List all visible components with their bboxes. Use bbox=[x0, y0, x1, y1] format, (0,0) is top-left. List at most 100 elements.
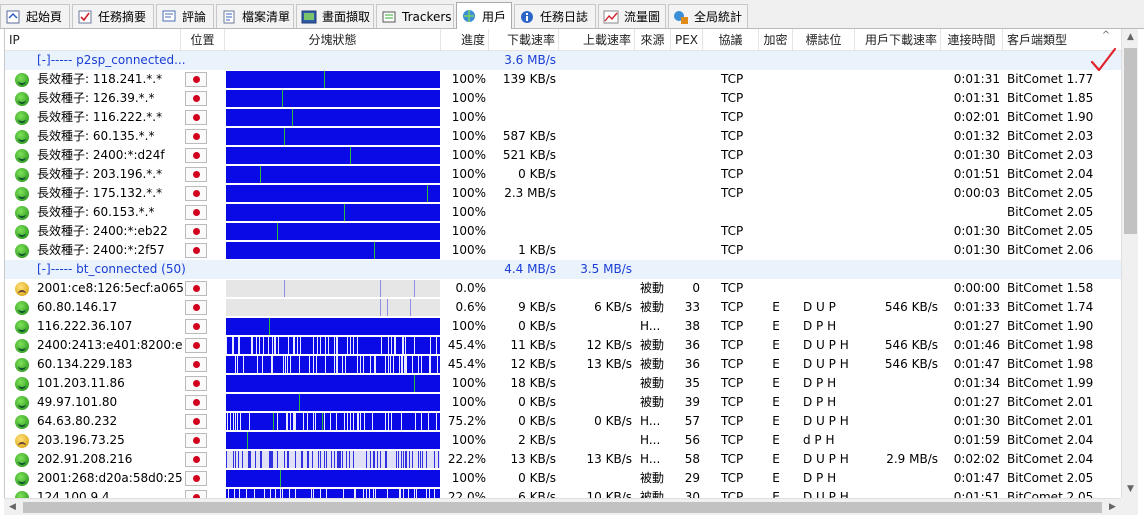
table-row[interactable]: 長效種子: 2400:*:d24f 100% 521 KB/s TCP 0:01:30 B… bbox=[5, 146, 1121, 165]
table-row[interactable]: 長效種子: 60.153.*.* 100% BitComet 2.05 bbox=[5, 203, 1121, 222]
block-status-bar bbox=[226, 166, 440, 183]
table-row[interactable]: 2001:268:d20a:58d0:25... 100% 0 KB/s 被動 29 TC… bbox=[5, 469, 1121, 488]
cell-proto: TCP bbox=[721, 414, 744, 428]
table-row[interactable]: 長效種子: 60.135.*.* 100% 587 KB/s TCP 0:01:32 Bi… bbox=[5, 127, 1121, 146]
cell-peer-down bbox=[855, 374, 941, 393]
block-status-bar bbox=[226, 147, 440, 164]
cell-enc: E bbox=[772, 490, 780, 498]
scroll-left-arrow-icon[interactable]: ◀ bbox=[4, 499, 21, 516]
block-status-bar bbox=[226, 356, 440, 373]
cell-ip: 長效種子: 2400:*:eb22 bbox=[37, 224, 168, 238]
scroll-up-arrow-icon[interactable]: ▲ bbox=[1122, 29, 1139, 46]
cell-progress: 75.2% bbox=[447, 414, 486, 428]
globe-users-icon bbox=[463, 10, 475, 22]
column-header-8[interactable]: 協議 bbox=[703, 29, 759, 51]
tab-info-log[interactable]: 任務日誌 bbox=[514, 4, 596, 28]
cell-source bbox=[635, 146, 671, 165]
japan-flag-icon bbox=[185, 395, 207, 410]
vertical-scroll-thumb[interactable] bbox=[1124, 48, 1137, 234]
tab-home[interactable]: 起始頁 bbox=[0, 4, 70, 28]
cell-client: BitComet 2.05 bbox=[1007, 224, 1094, 238]
cell-peer-down bbox=[855, 89, 941, 108]
table-row[interactable]: 116.222.36.107 100% 0 KB/s H... 38 TCP E D P H 0… bbox=[5, 317, 1121, 336]
table-row[interactable]: 203.196.73.25 100% 2 KB/s H... 56 TCP Ed P H 0:… bbox=[5, 431, 1121, 450]
cell-time: 0:01:27 bbox=[953, 395, 1000, 409]
column-header-11[interactable]: 用戶下載速率 bbox=[855, 29, 941, 51]
table-row[interactable]: 124.100.9.4 22.0% 6 KB/s 10 KB/s 被動 30 TCP E D U… bbox=[5, 488, 1121, 498]
cell-down: 0 KB/s bbox=[518, 395, 556, 409]
tab-globe-users[interactable]: 用戶 bbox=[456, 2, 512, 29]
table-row[interactable]: 49.97.101.80 100% 0 KB/s 被動 39 TCP E D P H 0:01:… bbox=[5, 393, 1121, 412]
table-row[interactable]: 長效種子: 203.196.*.* 100% 0 KB/s TCP 0:01:51 Bit… bbox=[5, 165, 1121, 184]
column-header-10[interactable]: 標誌位 bbox=[793, 29, 855, 51]
table-row[interactable]: 長效種子: 116.222.*.* 100% TCP 0:02:01 BitComet … bbox=[5, 108, 1121, 127]
table-row[interactable]: 2400:2413:e401:8200:e... 45.4% 11 KB/s 12 K… bbox=[5, 336, 1121, 355]
cell-down: 521 KB/s bbox=[502, 148, 556, 162]
cell-client: BitComet 1.99 bbox=[1007, 376, 1094, 390]
tab-screenshot[interactable]: 畫面擷取 bbox=[296, 4, 374, 28]
cell-time: 0:01:47 bbox=[953, 357, 1000, 371]
cell-up bbox=[559, 241, 635, 260]
tab-tracker[interactable]: Trackers bbox=[376, 4, 454, 28]
table-row[interactable]: 64.63.80.232 75.2% 0 KB/s 0 KB/s H... 57 TCP E D… bbox=[5, 412, 1121, 431]
japan-flag-icon bbox=[185, 72, 207, 87]
cell-enc: E bbox=[772, 452, 780, 466]
column-header-12[interactable]: 連接時間 bbox=[941, 29, 1003, 51]
column-header-7[interactable]: PEX bbox=[671, 29, 703, 51]
column-header-3[interactable]: 進度 bbox=[441, 29, 489, 51]
japan-flag-icon bbox=[185, 414, 207, 429]
table-row[interactable]: 長效種子: 175.132.*.* 100% 2.3 MB/s TCP 0:00:03 B… bbox=[5, 184, 1121, 203]
tracker-icon bbox=[382, 11, 396, 22]
column-header-0[interactable]: IP bbox=[5, 29, 181, 51]
cell-ip: 長效種子: 175.132.*.* bbox=[37, 186, 163, 200]
cell-ip: 64.63.80.232 bbox=[37, 414, 118, 428]
cell-proto: TCP bbox=[721, 110, 744, 124]
table-row[interactable]: 長效種子: 126.39.*.* 100% TCP 0:01:31 BitComet 1… bbox=[5, 89, 1121, 108]
horizontal-scroll-thumb[interactable] bbox=[23, 502, 1102, 513]
traffic-chart-icon bbox=[603, 10, 619, 23]
group-row[interactable]: [-]----- p2sp_connected... 3.6 MB/s bbox=[5, 51, 1121, 70]
table-row[interactable]: 長效種子: 2400:*:2f57 100% 1 KB/s TCP 0:01:30 Bit… bbox=[5, 241, 1121, 260]
cell-source: 被動 bbox=[640, 300, 665, 314]
column-header-1[interactable]: 位置 bbox=[181, 29, 225, 51]
horizontal-scrollbar[interactable]: ◀ ▶ bbox=[4, 498, 1121, 515]
group-label[interactable]: [-]----- p2sp_connected... bbox=[33, 51, 223, 70]
scroll-right-arrow-icon[interactable]: ▶ bbox=[1104, 499, 1121, 516]
vertical-scrollbar[interactable]: ▲ ▼ bbox=[1121, 29, 1138, 498]
table-row[interactable]: 101.203.11.86 100% 18 KB/s 被動 35 TCP E D P H 0:0… bbox=[5, 374, 1121, 393]
cell-pex: 35 bbox=[684, 376, 700, 390]
cell-time: 0:00:00 bbox=[953, 281, 1000, 295]
tab-comment[interactable]: 評論 bbox=[156, 4, 214, 28]
table-row[interactable]: 60.80.146.17 0.6% 9 KB/s 6 KB/s 被動 33 TCP E D U … bbox=[5, 298, 1121, 317]
cell-peer-down bbox=[855, 241, 941, 260]
tab-traffic-chart[interactable]: 流量圖 bbox=[598, 4, 666, 28]
cell-peer-down: 546 KB/s bbox=[884, 300, 938, 314]
column-header-5[interactable]: 上載速率 bbox=[559, 29, 635, 51]
column-header-4[interactable]: 下載速率 bbox=[489, 29, 559, 51]
cell-flags: D U P H bbox=[803, 414, 849, 428]
table-row[interactable]: 60.134.229.183 45.4% 12 KB/s 13 KB/s 被動 36 TCP… bbox=[5, 355, 1121, 374]
cell-progress: 100% bbox=[451, 129, 486, 143]
cell-client: BitComet 2.05 bbox=[1007, 490, 1094, 498]
column-header-6[interactable]: 來源 bbox=[635, 29, 671, 51]
group-row[interactable]: [-]----- bt_connected (50) 4.4 MB/s 3.5 MB… bbox=[5, 260, 1121, 279]
tab-file-list[interactable]: 檔案清單 bbox=[216, 4, 294, 28]
tab-checklist[interactable]: 任務摘要 bbox=[72, 4, 154, 28]
tab-label: 任務日誌 bbox=[540, 10, 589, 24]
table-row[interactable]: 202.91.208.216 22.2% 13 KB/s 13 KB/s H... 58 T… bbox=[5, 450, 1121, 469]
table-row[interactable]: 長效種子: 118.241.*.* 100% 139 KB/s TCP 0:01:31 B… bbox=[5, 70, 1121, 89]
table-row[interactable]: 2001:ce8:126:5ecf:a065... 0.0% 被動 0 TCP 0:00:… bbox=[5, 279, 1121, 298]
tab-global-stats[interactable]: 全局統計 bbox=[668, 4, 748, 28]
cell-progress: 100% bbox=[451, 148, 486, 162]
peer-status-good-icon bbox=[15, 358, 29, 372]
cell-proto: TCP bbox=[721, 300, 744, 314]
cell-peer-down bbox=[855, 393, 941, 412]
column-header-9[interactable]: 加密 bbox=[759, 29, 793, 51]
column-header-2[interactable]: 分塊狀態 bbox=[225, 29, 441, 51]
group-label[interactable]: [-]----- bt_connected (50) bbox=[33, 260, 223, 279]
japan-flag-icon bbox=[185, 490, 207, 498]
cell-client: BitComet 2.05 bbox=[1007, 186, 1094, 200]
scroll-down-arrow-icon[interactable]: ▼ bbox=[1122, 481, 1139, 498]
table-row[interactable]: 長效種子: 2400:*:eb22 100% TCP 0:01:30 BitComet … bbox=[5, 222, 1121, 241]
cell-client: BitComet 2.04 bbox=[1007, 433, 1094, 447]
